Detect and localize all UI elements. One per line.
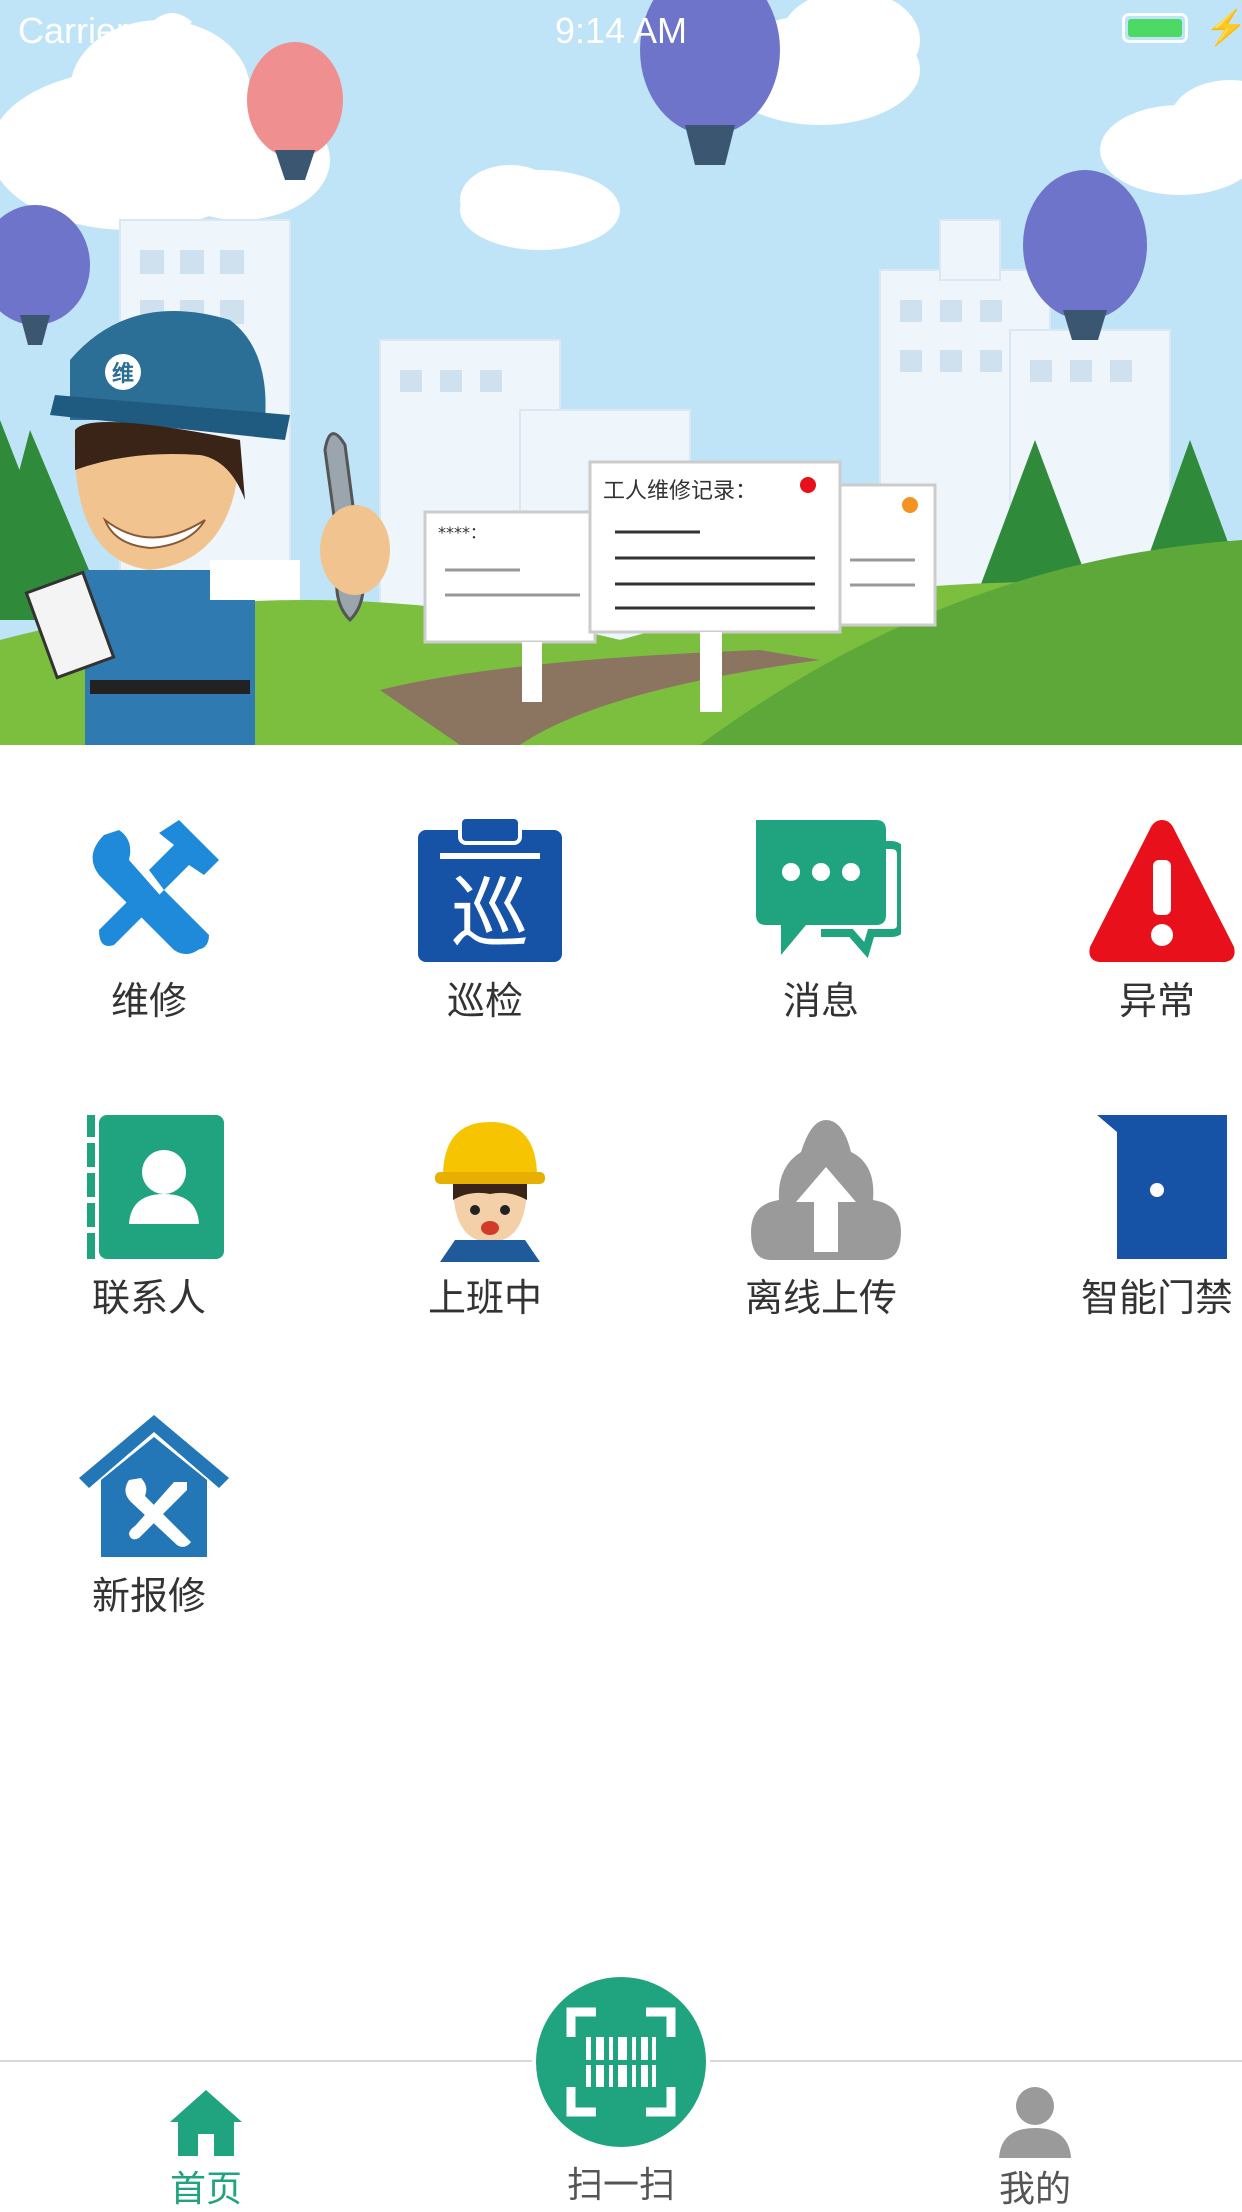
clipboard-patrol-icon: 巡 bbox=[418, 815, 562, 962]
svg-text:巡: 巡 bbox=[451, 869, 529, 959]
menu-item-label: 智能门禁 bbox=[1080, 1276, 1233, 1320]
worker-helmet-icon bbox=[435, 1122, 545, 1262]
house-tools-icon bbox=[79, 1415, 229, 1557]
tab-mine[interactable]: 我的 bbox=[885, 2062, 1185, 2210]
person-icon bbox=[999, 2087, 1071, 2158]
tab-home[interactable]: 首页 bbox=[56, 2062, 356, 2210]
barcode-scan-icon bbox=[566, 2007, 676, 2117]
banner-illustration: ****： 工人维修记录： 维 bbox=[0, 0, 1242, 745]
menu-item-label: 上班中 bbox=[427, 1276, 542, 1320]
home-banner: ****： 工人维修记录： 维 Carrier 9:14 AM ⚡ bbox=[0, 0, 1242, 745]
tab-home-label: 首页 bbox=[169, 2169, 242, 2210]
clock: 9:14 AM bbox=[554, 10, 688, 51]
menu-item-label: 消息 bbox=[782, 979, 859, 1023]
menu-item-label: 联系人 bbox=[91, 1276, 206, 1320]
wrench-hammer-icon bbox=[92, 820, 219, 954]
menu-item-label: 新报修 bbox=[91, 1574, 206, 1618]
warning-triangle-icon bbox=[1089, 820, 1235, 962]
menu-item-label: 离线上传 bbox=[744, 1276, 897, 1320]
svg-text:****：: ****： bbox=[438, 523, 486, 542]
door-icon bbox=[1097, 1115, 1227, 1259]
battery-icon bbox=[1122, 13, 1188, 43]
contact-book-icon bbox=[81, 1115, 224, 1259]
status-bar: Carrier 9:14 AM ⚡ bbox=[0, 0, 1242, 60]
svg-text:工人维修记录：: 工人维修记录： bbox=[603, 479, 757, 504]
tab-scan-label[interactable]: 扫一扫 bbox=[471, 2156, 771, 2208]
svg-text:维: 维 bbox=[112, 361, 134, 387]
menu-item-label: 异常 bbox=[1118, 979, 1195, 1023]
tab-mine-label: 我的 bbox=[998, 2169, 1071, 2210]
chat-bubbles-icon bbox=[756, 820, 901, 959]
charging-icon: ⚡ bbox=[1205, 9, 1242, 47]
menu-item-label: 维修 bbox=[110, 979, 187, 1023]
menu-item-label: 巡检 bbox=[446, 979, 523, 1023]
scan-button[interactable] bbox=[532, 1973, 710, 2151]
cloud-upload-icon bbox=[751, 1120, 901, 1260]
home-icon bbox=[170, 2090, 242, 2156]
